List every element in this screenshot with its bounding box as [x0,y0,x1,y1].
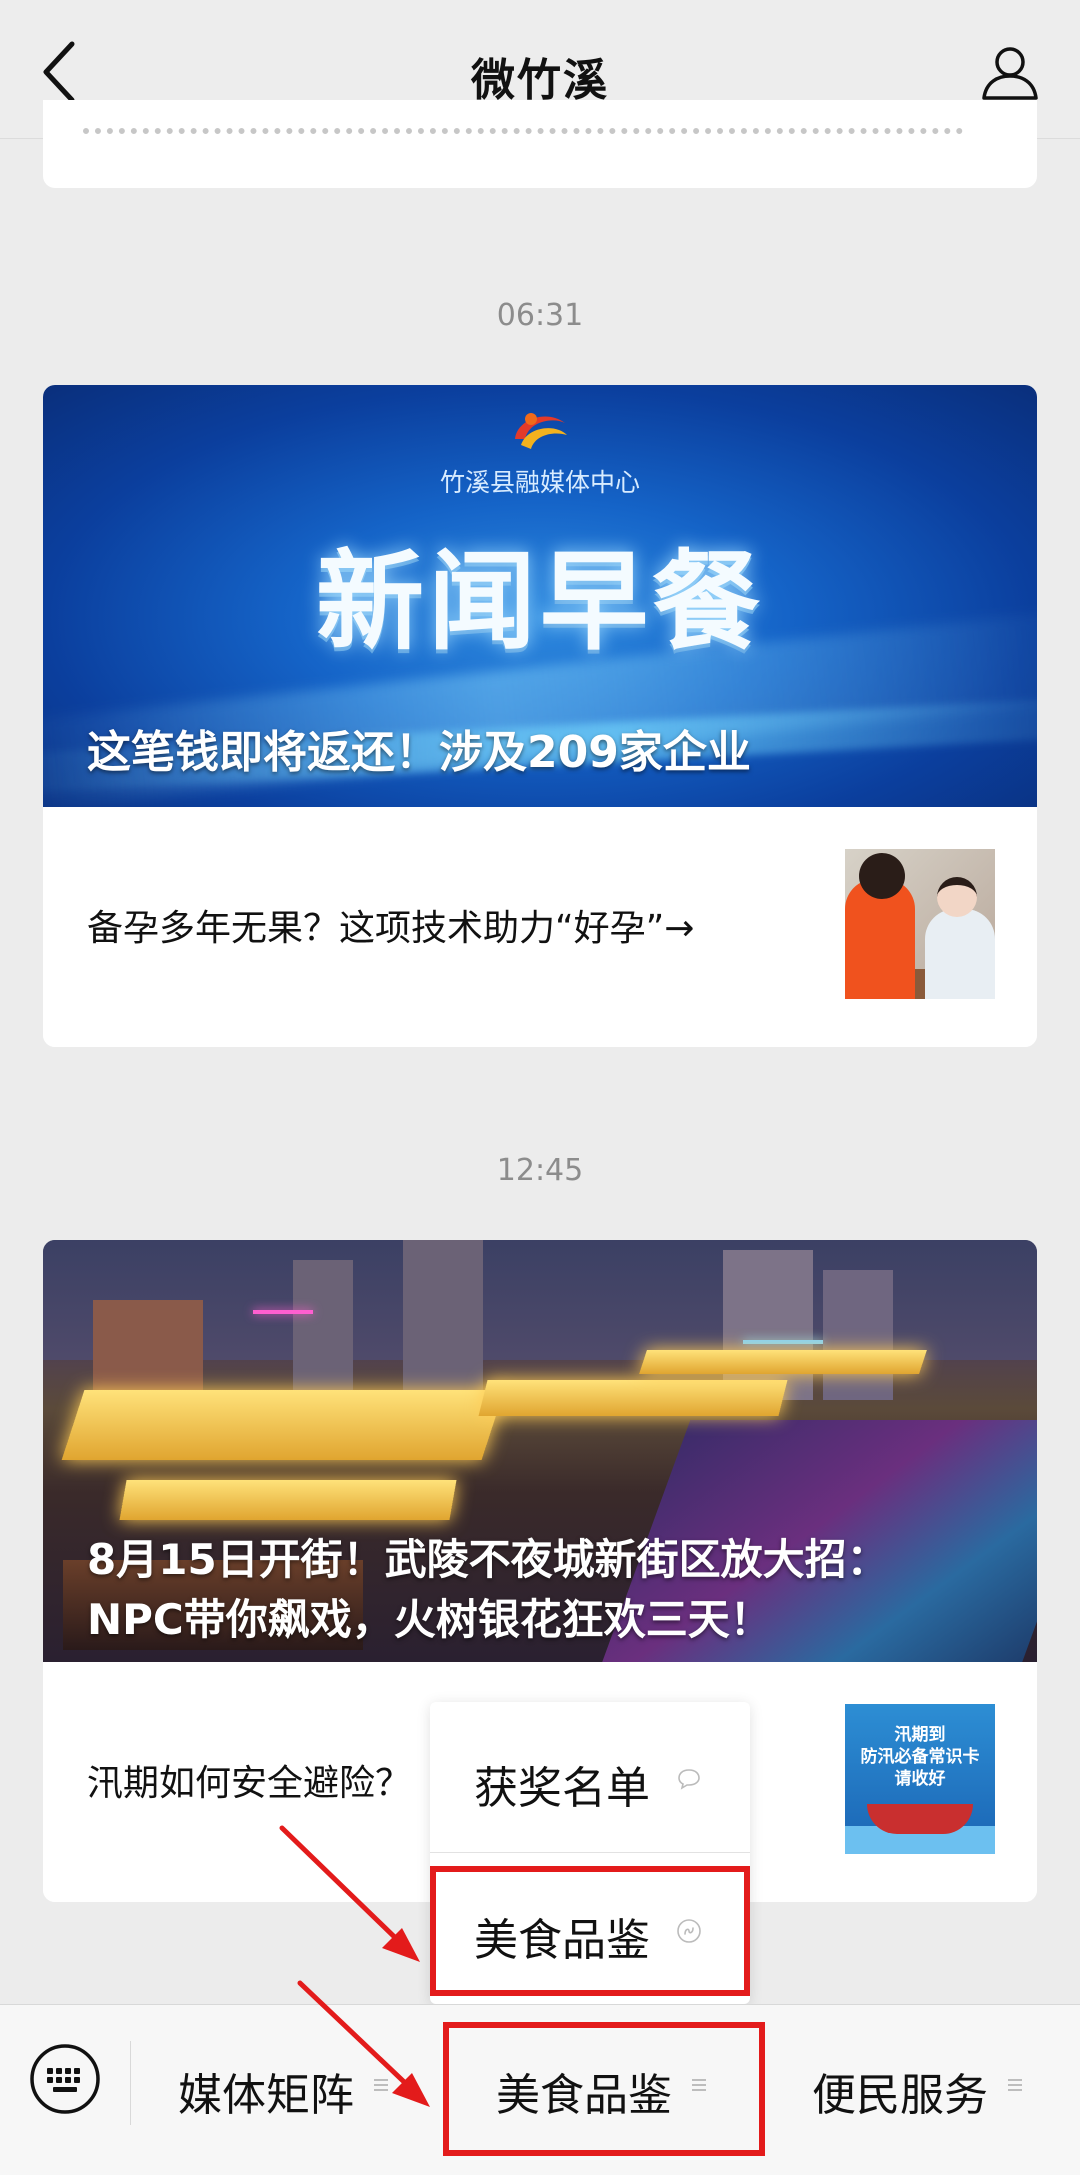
message-icon [678,1769,700,1790]
article-thumbnail [845,849,995,999]
banner-organization: 竹溪县融媒体中心 [439,468,640,497]
menu-lines-icon [1008,2079,1022,2091]
annotation-arrow-icon [279,1825,420,1962]
banner-caption-line-1: 8月15日开街！武陵不夜城新街区放大招： [87,1535,889,1584]
banner-headline: 新闻早餐 [315,540,764,665]
timestamp: 06:31 [496,298,584,333]
article-banner[interactable]: 竹溪县融媒体中心 新闻早餐 这笔钱即将返还！涉及209家企业 [43,385,1037,807]
article-banner[interactable]: 8月15日开街！武陵不夜城新街区放大招： NPC带你飙戏，火树银花狂欢三天！ [43,1240,1037,1662]
article-title: 汛期如何安全避险？ [87,1763,412,1804]
previous-article-card[interactable] [43,100,1037,188]
cutoff-text [83,128,963,146]
keyboard-icon[interactable] [28,2042,102,2116]
banner-caption: 8月15日开街！武陵不夜城新街区放大招： NPC带你飙戏，火树银花狂欢三天！ [87,1530,1007,1650]
annotation-arrow-icon [297,1980,430,2107]
article-thumbnail: 汛期到 防汛必备常识卡 请收好 [845,1704,995,1854]
article-title: 备孕多年无果？这项技术助力“好孕”→ [87,908,695,949]
media-center-logo-icon [515,413,567,449]
menu-convenience-services[interactable]: 便民服务 [766,2005,1080,2175]
menu-label: 便民服务 [812,2070,988,2121]
profile-icon[interactable] [978,40,1042,104]
page-title: 微竹溪 [471,55,609,106]
timestamp: 12:45 [496,1153,584,1188]
highlight-box-submenu [430,1866,750,1996]
highlight-box-bottom-menu [443,2022,765,2156]
thumbnail-text: 汛期到 防汛必备常识卡 请收好 [860,1725,980,1789]
divider [130,2041,131,2125]
submenu-item-label: 获奖名单 [474,1763,650,1814]
article-card: 竹溪县融媒体中心 新闻早餐 这笔钱即将返还！涉及209家企业 备孕多年无果？这项… [43,385,1037,1047]
article-list-item[interactable]: 备孕多年无果？这项技术助力“好孕”→ [43,807,1037,1047]
banner-caption: 这笔钱即将返还！涉及209家企业 [87,727,751,778]
banner-caption-line-2: NPC带你飙戏，火树银花狂欢三天！ [87,1595,772,1644]
submenu-item-awards[interactable]: 获奖名单 [430,1702,750,1853]
